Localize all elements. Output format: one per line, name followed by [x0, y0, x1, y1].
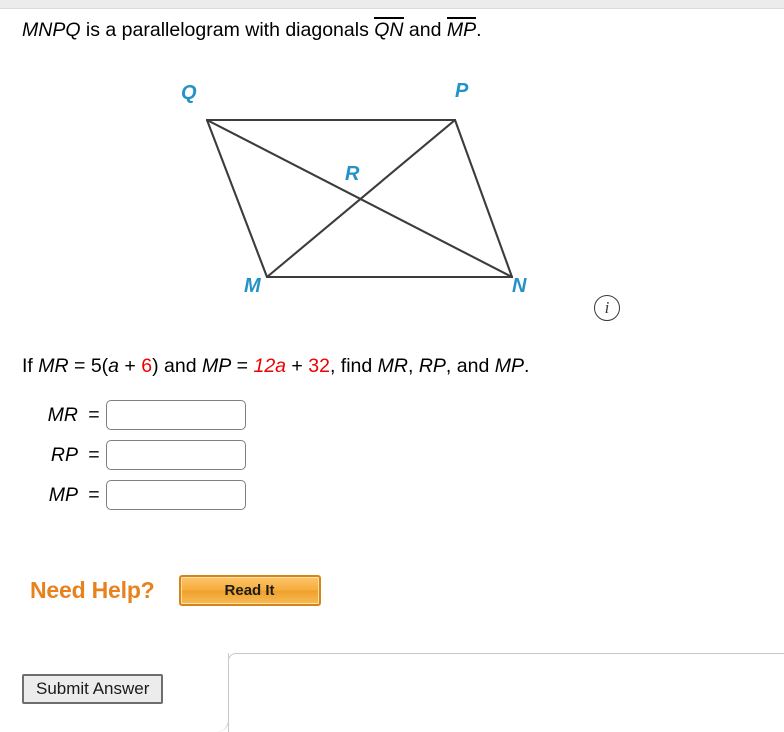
equals-sign-mp: = — [88, 483, 100, 506]
vertex-label-q: Q — [181, 82, 197, 104]
side-pn — [453, 118, 514, 279]
answer-label-mr: MR — [47, 403, 78, 426]
answer-input-mp[interactable] — [106, 480, 246, 510]
equals-sign-mr: = — [88, 403, 100, 426]
vertex-label-m: M — [244, 275, 261, 297]
question-t2: = 5( — [68, 355, 109, 377]
question-mr: MR — [38, 355, 69, 377]
question-t3: + — [119, 355, 142, 377]
answer-label-mp: MP — [48, 483, 78, 506]
question-find-mp: MP — [494, 355, 524, 377]
answer-input-mr[interactable] — [106, 400, 246, 430]
read-it-button[interactable]: Read It — [178, 575, 321, 606]
question-t6: + — [286, 355, 309, 377]
window-top-strip — [0, 0, 784, 9]
answer-row-mr: MR = — [22, 395, 282, 435]
answer-label-rp: RP — [50, 443, 78, 466]
answer-rows: MR = RP = MP = — [22, 395, 282, 515]
problem-statement-conjunction: and — [403, 19, 447, 41]
diagonal-mp — [265, 118, 457, 279]
question-t10: . — [523, 355, 530, 377]
question-t5: = — [231, 355, 254, 377]
problem-quadrilateral-name: MNPQ — [22, 19, 81, 41]
answer-input-rp[interactable] — [106, 440, 246, 470]
question-t1: If — [22, 355, 39, 377]
need-help-block: Need Help? Read It — [30, 575, 321, 606]
question-find-rp: RP — [418, 355, 446, 377]
vertex-label-n: N — [512, 275, 527, 297]
submit-answer-region: Submit Answer — [0, 653, 229, 732]
question-find-mr: MR — [377, 355, 408, 377]
question-value-six: 6 — [141, 355, 153, 377]
submit-answer-button[interactable]: Submit Answer — [22, 674, 164, 704]
need-help-label: Need Help? — [30, 577, 155, 603]
problem-statement: MNPQ is a parallelogram with diagonals Q… — [22, 17, 482, 43]
answer-panel — [228, 653, 784, 732]
question-t8: , — [407, 355, 419, 377]
equals-sign-rp: = — [88, 443, 100, 466]
question-value-thirtytwo: 32 — [308, 355, 330, 377]
question-value-twelve-a: 12a — [253, 355, 287, 377]
question-t7: , find — [329, 355, 378, 377]
question-mp: MP — [201, 355, 232, 377]
question-line: If MR = 5(a + 6) and MP = 12a + 32, find… — [22, 355, 529, 378]
question-t9: , and — [445, 355, 495, 377]
info-icon[interactable]: i — [594, 295, 620, 321]
vertex-label-p: P — [455, 80, 469, 102]
answer-row-mp: MP = — [22, 475, 282, 515]
question-t4: ) and — [152, 355, 202, 377]
answer-row-rp: RP = — [22, 435, 282, 475]
segment-qn: QN — [374, 17, 404, 41]
problem-statement-mid: is a parallelogram with diagonals — [80, 19, 375, 41]
parallelogram-figure: Q P M N R — [160, 80, 580, 315]
vertex-label-r: R — [345, 163, 360, 185]
segment-mp: MP — [446, 17, 477, 41]
question-variable-a: a — [108, 355, 120, 377]
side-mq — [205, 118, 269, 279]
problem-statement-period: . — [476, 19, 482, 41]
